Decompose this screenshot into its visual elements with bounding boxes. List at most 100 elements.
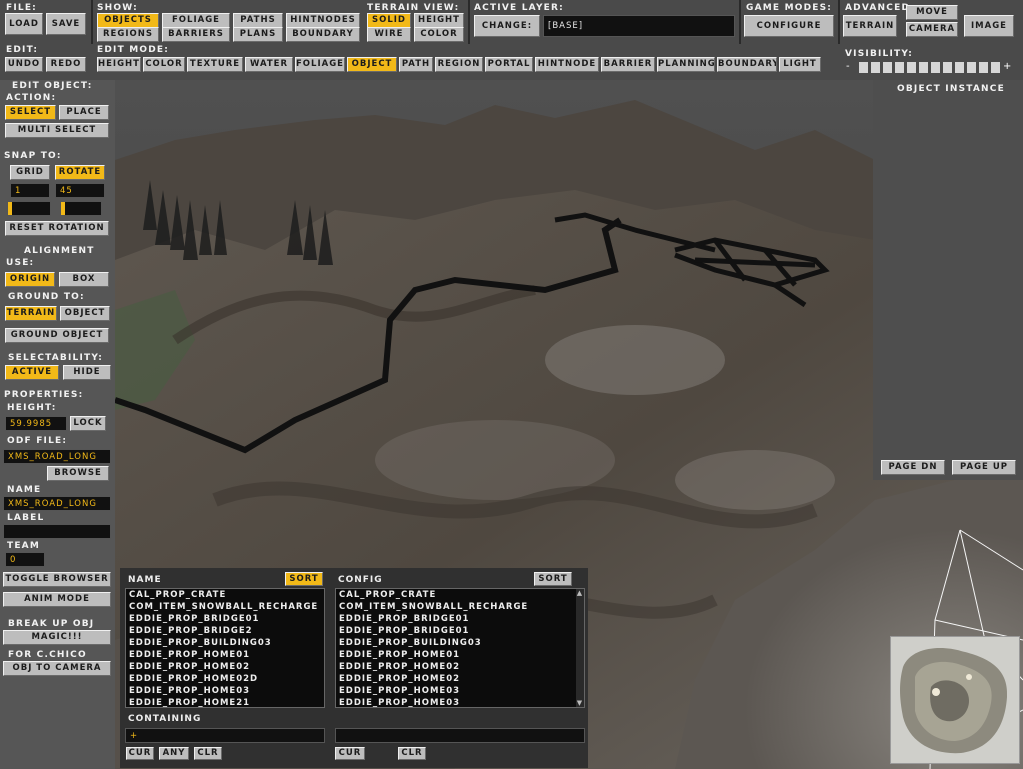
visibility-step[interactable] xyxy=(871,62,880,73)
visibility-step[interactable] xyxy=(967,62,976,73)
visibility-step[interactable] xyxy=(859,62,868,73)
toggle-browser-button[interactable]: Toggle Browser xyxy=(3,572,111,587)
browse-button[interactable]: Browse xyxy=(47,466,109,481)
config-list-item[interactable]: Eddie_Prop_Building03 xyxy=(336,637,584,649)
visibility-step[interactable] xyxy=(991,62,1000,73)
show-boundary-toggle[interactable]: Boundary xyxy=(286,27,360,42)
name-clr-button[interactable]: Clr xyxy=(194,747,222,760)
config-list-item[interactable]: Eddie_Prop_Home01 xyxy=(336,649,584,661)
edit-mode-light-button[interactable]: Light xyxy=(779,57,821,72)
edit-mode-color-button[interactable]: Color xyxy=(143,57,185,72)
select-button[interactable]: Select xyxy=(5,105,56,120)
visibility-step[interactable] xyxy=(919,62,928,73)
show-barriers-toggle[interactable]: Barriers xyxy=(162,27,230,42)
hide-button[interactable]: Hide xyxy=(63,365,111,380)
visibility-step[interactable] xyxy=(895,62,904,73)
name-list-item[interactable]: Eddie_Prop_Home03 xyxy=(126,685,324,697)
multi-select-button[interactable]: Multi Select xyxy=(5,123,109,138)
name-sort-button[interactable]: Sort xyxy=(285,572,323,586)
config-list-item[interactable]: com_item_snowball_recharge xyxy=(336,601,584,613)
visibility-step[interactable] xyxy=(955,62,964,73)
config-list-scrollbar[interactable]: ▲ ▼ xyxy=(576,589,584,707)
load-button[interactable]: Load xyxy=(5,13,43,35)
visibility-step[interactable] xyxy=(943,62,952,73)
show-foliage-toggle[interactable]: Foliage xyxy=(162,13,230,28)
magic-button[interactable]: Magic!!! xyxy=(3,630,111,645)
height-field[interactable]: 59.9985 xyxy=(5,416,67,431)
rotate-snap-button[interactable]: Rotate xyxy=(55,165,105,180)
show-paths-toggle[interactable]: Paths xyxy=(233,13,283,28)
terrain-wire-toggle[interactable]: Wire xyxy=(367,27,411,42)
ground-object-button[interactable]: Ground Object xyxy=(5,328,109,343)
visibility-minus-button[interactable]: - xyxy=(846,61,854,73)
config-list-item[interactable]: Eddie_Prop_Home03 xyxy=(336,685,584,697)
anim-mode-button[interactable]: Anim Mode xyxy=(3,592,111,607)
save-button[interactable]: Save xyxy=(46,13,86,35)
config-list-item[interactable]: Eddie_Prop_Home02 xyxy=(336,661,584,673)
edit-mode-water-button[interactable]: Water xyxy=(245,57,293,72)
redo-button[interactable]: Redo xyxy=(46,57,86,72)
lock-button[interactable]: Lock xyxy=(70,416,106,431)
ground-object-toggle[interactable]: Object xyxy=(60,306,110,321)
change-layer-button[interactable]: Change: xyxy=(474,15,540,37)
reset-rotation-button[interactable]: Reset Rotation xyxy=(5,221,109,236)
page-down-button[interactable]: Page Dn xyxy=(881,460,945,475)
image-mode-button[interactable]: Image xyxy=(964,15,1014,37)
containing-name-field[interactable]: + xyxy=(125,728,325,743)
edit-mode-path-button[interactable]: Path xyxy=(399,57,433,72)
place-button[interactable]: Place xyxy=(59,105,109,120)
name-cur-button[interactable]: Cur xyxy=(126,747,154,760)
name-list-item[interactable]: cal_prop_crate xyxy=(126,589,324,601)
edit-mode-foliage-button[interactable]: Foliage xyxy=(295,57,345,72)
odf-file-field[interactable]: xms_road_long xyxy=(3,449,111,464)
configure-button[interactable]: Configure xyxy=(744,15,834,37)
grid-snap-button[interactable]: Grid xyxy=(10,165,50,180)
move-mode-button[interactable]: Move xyxy=(906,5,958,20)
terrain-height-toggle[interactable]: Height xyxy=(414,13,464,28)
terrain-solid-toggle[interactable]: Solid xyxy=(367,13,411,28)
minimap[interactable] xyxy=(890,636,1020,764)
name-list-item[interactable]: Eddie_Prop_Home21 xyxy=(126,697,324,707)
edit-mode-planning-button[interactable]: Planning xyxy=(657,57,715,72)
name-list[interactable]: cal_prop_crate com_item_snowball_recharge… xyxy=(125,588,325,708)
visibility-step[interactable] xyxy=(979,62,988,73)
label-field[interactable] xyxy=(3,524,111,539)
name-list-item[interactable]: com_item_snowball_recharge xyxy=(126,601,324,613)
edit-mode-region-button[interactable]: Region xyxy=(435,57,483,72)
config-list[interactable]: cal_prop_crate com_item_snowball_recharge… xyxy=(335,588,585,708)
name-list-item[interactable]: Eddie_Prop_Home02d xyxy=(126,673,324,685)
edit-mode-portal-button[interactable]: Portal xyxy=(485,57,533,72)
terrain-color-toggle[interactable]: Color xyxy=(414,27,464,42)
config-list-item[interactable]: Eddie_Prop_Home03 xyxy=(336,697,584,707)
edit-mode-object-button[interactable]: Object xyxy=(347,57,397,72)
undo-button[interactable]: Undo xyxy=(5,57,43,72)
name-list-item[interactable]: Eddie_Prop_Bridge2 xyxy=(126,625,324,637)
config-list-item[interactable]: Eddie_Prop_Bridge01 xyxy=(336,625,584,637)
edit-mode-hintnode-button[interactable]: HintNode xyxy=(535,57,599,72)
name-list-item[interactable]: Eddie_Prop_Home02 xyxy=(126,661,324,673)
name-list-item[interactable]: Eddie_Prop_Home01 xyxy=(126,649,324,661)
scroll-up-icon[interactable]: ▲ xyxy=(576,589,584,597)
containing-config-field[interactable] xyxy=(335,728,585,743)
rotate-slider[interactable] xyxy=(60,201,102,216)
show-hintnodes-toggle[interactable]: HintNodes xyxy=(286,13,360,28)
origin-button[interactable]: Origin xyxy=(5,272,55,287)
visibility-step[interactable] xyxy=(907,62,916,73)
name-list-item[interactable]: Eddie_Prop_Building03 xyxy=(126,637,324,649)
edit-mode-barrier-button[interactable]: Barrier xyxy=(601,57,655,72)
ground-terrain-button[interactable]: Terrain xyxy=(5,306,57,321)
show-regions-toggle[interactable]: Regions xyxy=(97,27,159,42)
name-any-button[interactable]: Any xyxy=(159,747,189,760)
name-list-item[interactable]: Eddie_Prop_Bridge01 xyxy=(126,613,324,625)
show-objects-toggle[interactable]: Objects xyxy=(97,13,159,28)
visibility-plus-button[interactable]: + xyxy=(1003,61,1013,73)
scroll-down-icon[interactable]: ▼ xyxy=(576,699,584,707)
active-layer-field[interactable]: [Base] xyxy=(543,15,735,37)
show-plans-toggle[interactable]: Plans xyxy=(233,27,283,42)
config-list-item[interactable]: Eddie_Prop_Bridge01 xyxy=(336,613,584,625)
team-field[interactable]: 0 xyxy=(5,552,45,567)
active-button[interactable]: Active xyxy=(5,365,59,380)
rotate-value-field[interactable]: 45 xyxy=(55,183,105,198)
edit-mode-height-button[interactable]: Height xyxy=(97,57,141,72)
config-sort-button[interactable]: Sort xyxy=(534,572,572,586)
